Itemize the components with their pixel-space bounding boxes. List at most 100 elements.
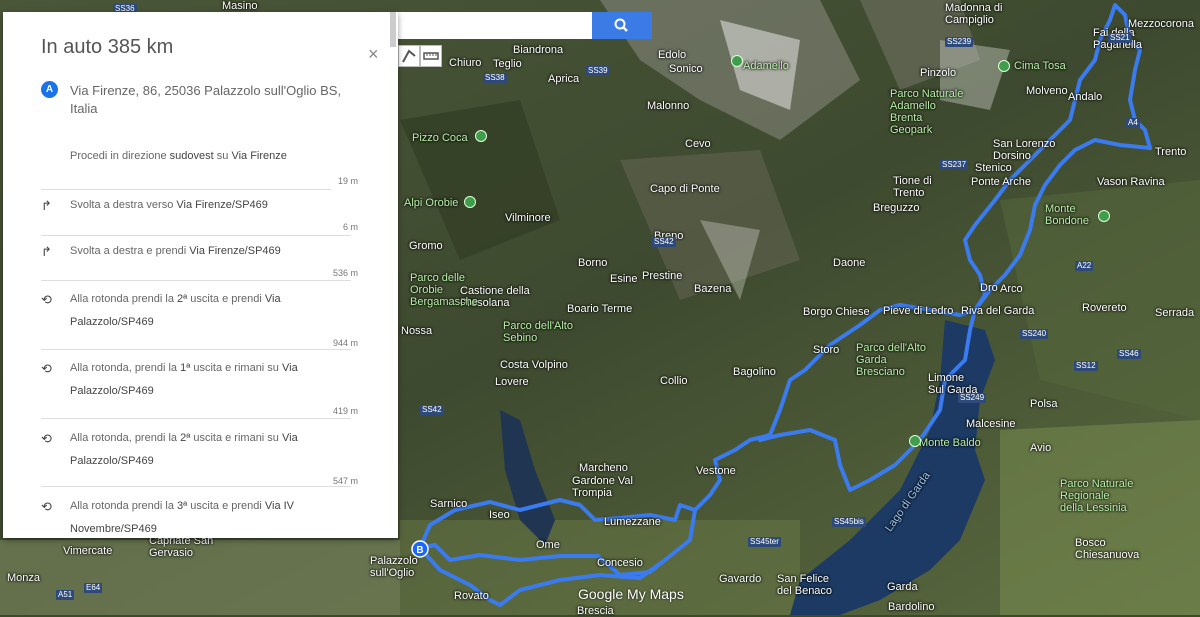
place-label[interactable]: Bardolino — [888, 601, 934, 613]
place-label[interactable]: Trento — [1155, 146, 1186, 158]
place-label[interactable]: Malcesine — [966, 418, 1016, 430]
place-label[interactable]: Teglio — [493, 58, 522, 70]
place-label[interactable]: Vestone — [696, 465, 736, 477]
place-label[interactable]: Chiuro — [449, 57, 481, 69]
mountain-poi-icon[interactable] — [731, 55, 743, 67]
place-label[interactable]: Malonno — [647, 100, 689, 112]
place-label[interactable]: Ome — [536, 539, 560, 551]
place-label[interactable]: Aprica — [548, 73, 579, 85]
place-label[interactable]: Palazzolo sull'Oglio — [370, 555, 418, 579]
place-label[interactable]: Costa Volpino — [500, 359, 568, 371]
mountain-poi-icon[interactable] — [998, 60, 1010, 72]
place-label[interactable]: Gavardo — [719, 573, 761, 585]
place-label[interactable]: Breguzzo — [873, 202, 919, 214]
place-label[interactable]: Parco dell'Alto Garda Bresciano — [856, 342, 926, 378]
place-label[interactable]: Bazena — [694, 283, 731, 295]
place-label[interactable]: Rovereto — [1082, 302, 1127, 314]
place-label[interactable]: Esine — [610, 273, 638, 285]
place-label[interactable]: Madonna di Campiglio — [945, 2, 1003, 26]
place-label[interactable]: Pieve di Ledro — [883, 305, 953, 317]
place-label[interactable]: San Lorenzo Dorsino — [993, 138, 1055, 162]
place-label[interactable]: Boario Terme — [567, 303, 632, 315]
search-button[interactable] — [592, 12, 652, 39]
place-label[interactable]: Storo — [813, 344, 839, 356]
place-label[interactable]: Parco delle Orobie Bergamasche — [410, 272, 478, 308]
place-label[interactable]: Vilminore — [505, 212, 551, 224]
place-label[interactable]: Bosco Chiesanuova — [1075, 537, 1139, 561]
panel-scrollbar[interactable] — [390, 12, 396, 47]
place-label[interactable]: Vimercate — [63, 545, 112, 557]
place-label[interactable]: Andalo — [1068, 91, 1102, 103]
place-label[interactable]: Tione di Trento — [893, 175, 932, 199]
place-label[interactable]: Gromo — [409, 240, 443, 252]
place-label[interactable]: Cevo — [685, 138, 711, 150]
place-label[interactable]: Rovato — [454, 590, 489, 602]
step-distance: 547 m — [332, 476, 358, 486]
place-label[interactable]: Riva del Garda — [961, 305, 1034, 317]
place-label[interactable]: Dro — [980, 282, 998, 294]
place-label[interactable]: Borgo Chiese — [803, 306, 870, 318]
place-label[interactable]: Stenico — [975, 162, 1012, 174]
place-label[interactable]: Masino — [222, 0, 257, 12]
place-label[interactable]: Alpi Orobie — [404, 197, 458, 209]
place-label[interactable]: Biandrona — [513, 44, 563, 56]
place-label[interactable]: Lumezzane — [604, 516, 661, 528]
place-label[interactable]: Capriate San Gervasio — [149, 535, 213, 559]
place-label[interactable]: Garda — [887, 581, 918, 593]
close-icon[interactable]: × — [368, 44, 379, 65]
road-shield: SS249 — [958, 393, 987, 403]
measure-tool[interactable] — [420, 45, 442, 67]
map-search-input[interactable] — [398, 12, 592, 39]
roundabout-icon: ⟲ — [41, 431, 52, 446]
place-label[interactable]: Concesio — [597, 557, 643, 569]
place-label[interactable]: Bagolino — [733, 366, 776, 378]
place-label[interactable]: Polsa — [1030, 398, 1058, 410]
place-label[interactable]: Parco Naturale Adamello Brenta Geopark — [890, 88, 963, 136]
place-label[interactable]: Sonico — [669, 63, 703, 75]
roundabout-icon: ⟲ — [41, 292, 52, 307]
place-label[interactable]: Borno — [578, 257, 607, 269]
direction-step-text: Alla rotonda prendi la 2ª uscita e prend… — [70, 293, 281, 328]
place-label[interactable]: Daone — [833, 257, 865, 269]
place-label[interactable]: Vason Ravina — [1097, 176, 1165, 188]
place-label[interactable]: Collio — [660, 375, 688, 387]
mountain-poi-icon[interactable] — [475, 130, 487, 142]
step-distance: 19 m — [337, 176, 358, 186]
place-label[interactable]: Capo di Ponte — [650, 183, 720, 195]
place-label[interactable]: Adamello — [743, 60, 789, 72]
place-label[interactable]: Gardone Val Trompia — [572, 475, 633, 499]
place-label[interactable]: Nossa — [401, 325, 432, 337]
place-label[interactable]: Prestine — [642, 270, 682, 282]
place-label[interactable]: Parco dell'Alto Sebino — [503, 320, 573, 344]
place-label[interactable]: Serrada — [1155, 307, 1194, 319]
mountain-poi-icon[interactable] — [909, 435, 921, 447]
place-label[interactable]: Parco Naturale Regionale della Lessinia — [1060, 478, 1133, 514]
place-label[interactable]: Iseo — [489, 509, 510, 521]
place-label[interactable]: Edolo — [658, 49, 686, 61]
place-label[interactable]: Monte Bondone — [1045, 203, 1089, 227]
road-shield: SS21 — [1108, 33, 1132, 43]
road-shield: SS39 — [586, 66, 610, 76]
place-label[interactable]: Monza — [7, 572, 40, 584]
place-label[interactable]: Marcheno — [579, 462, 628, 474]
place-label[interactable]: Avio — [1030, 442, 1051, 454]
place-label[interactable]: San Felice del Benaco — [777, 573, 832, 597]
road-shield: A22 — [1075, 261, 1094, 271]
draw-line-tool[interactable] — [398, 45, 420, 67]
place-label[interactable]: Ponte Arche — [971, 176, 1031, 188]
origin-marker-icon: A — [41, 81, 58, 98]
place-label[interactable]: Molveno — [1026, 85, 1068, 97]
place-label[interactable]: Pizzo Coca — [412, 132, 468, 144]
place-label[interactable]: Monte Baldo — [919, 437, 981, 449]
place-label[interactable]: Lovere — [495, 376, 529, 388]
place-label[interactable]: Sarnico — [430, 498, 467, 510]
mountain-poi-icon[interactable] — [1098, 210, 1110, 222]
road-shield: SS46 — [1117, 349, 1141, 359]
place-label[interactable]: Arco — [1000, 283, 1023, 295]
place-label[interactable]: Cima Tosa — [1014, 60, 1066, 72]
place-label[interactable]: Pinzolo — [920, 67, 956, 79]
place-label[interactable]: Mezzocorona — [1128, 18, 1194, 30]
place-label[interactable]: Brescia — [577, 605, 614, 617]
step-separator — [41, 189, 331, 190]
mountain-poi-icon[interactable] — [464, 196, 476, 208]
